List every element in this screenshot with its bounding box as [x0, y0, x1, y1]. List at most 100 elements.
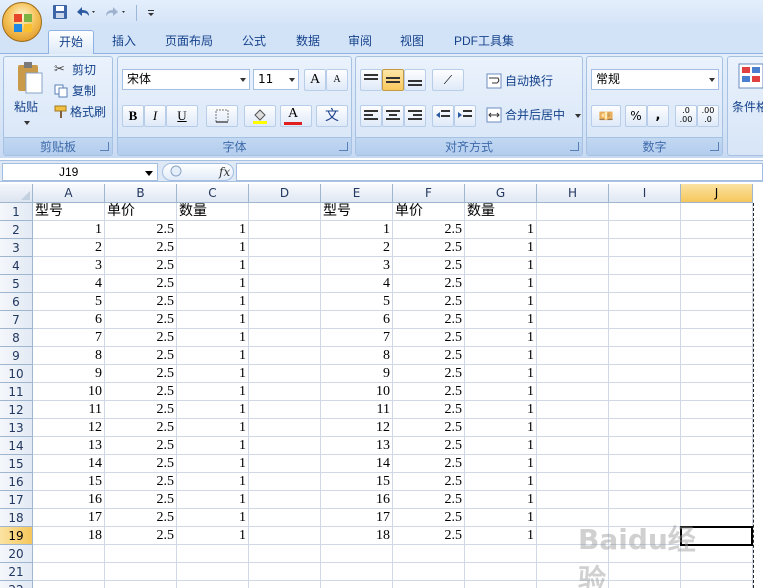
- cell-i12[interactable]: [609, 401, 681, 419]
- cell-e20[interactable]: [321, 545, 393, 563]
- cell-c1[interactable]: 数量: [177, 203, 249, 221]
- grow-font-button[interactable]: A: [304, 69, 326, 91]
- row-header[interactable]: 10: [0, 365, 33, 383]
- cell-b14[interactable]: 2.5: [105, 437, 177, 455]
- decrease-decimal-button[interactable]: .00.0: [697, 105, 719, 127]
- increase-decimal-button[interactable]: .0.00: [675, 105, 697, 127]
- cell-c22[interactable]: [177, 581, 249, 588]
- row-header[interactable]: 3: [0, 239, 33, 257]
- cell-a14[interactable]: 13: [33, 437, 105, 455]
- tab-data[interactable]: 数据: [286, 30, 330, 54]
- cell-d17[interactable]: [249, 491, 321, 509]
- align-left-button[interactable]: [360, 105, 382, 127]
- cell-c12[interactable]: 1: [177, 401, 249, 419]
- cell-b5[interactable]: 2.5: [105, 275, 177, 293]
- cell-h1[interactable]: [537, 203, 609, 221]
- cell-j16[interactable]: [681, 473, 753, 491]
- cell-i21[interactable]: [609, 563, 681, 581]
- italic-button[interactable]: I: [144, 105, 166, 127]
- cell-c5[interactable]: 1: [177, 275, 249, 293]
- cell-c6[interactable]: 1: [177, 293, 249, 311]
- cell-c2[interactable]: 1: [177, 221, 249, 239]
- tab-review[interactable]: 审阅: [338, 30, 382, 54]
- cell-a7[interactable]: 6: [33, 311, 105, 329]
- align-bottom-button[interactable]: [404, 69, 426, 91]
- cell-d14[interactable]: [249, 437, 321, 455]
- cell-c18[interactable]: 1: [177, 509, 249, 527]
- cell-c17[interactable]: 1: [177, 491, 249, 509]
- cell-e11[interactable]: 10: [321, 383, 393, 401]
- cell-f4[interactable]: 2.5: [393, 257, 465, 275]
- cell-b1[interactable]: 单价: [105, 203, 177, 221]
- cell-g22[interactable]: [465, 581, 537, 588]
- cell-d20[interactable]: [249, 545, 321, 563]
- font-name-dropdown[interactable]: 宋体: [122, 69, 250, 90]
- cell-f15[interactable]: 2.5: [393, 455, 465, 473]
- column-header-c[interactable]: C: [177, 184, 249, 203]
- cell-i7[interactable]: [609, 311, 681, 329]
- row-header[interactable]: 18: [0, 509, 33, 527]
- align-right-button[interactable]: [404, 105, 426, 127]
- cell-f3[interactable]: 2.5: [393, 239, 465, 257]
- insert-function-button[interactable]: fx: [162, 163, 234, 181]
- cell-h8[interactable]: [537, 329, 609, 347]
- align-center-button[interactable]: [382, 105, 404, 127]
- cell-c15[interactable]: 1: [177, 455, 249, 473]
- phonetic-guide-button[interactable]: 文: [316, 105, 348, 127]
- cell-b19[interactable]: 2.5: [105, 527, 177, 545]
- cell-j1[interactable]: [681, 203, 753, 221]
- cell-i8[interactable]: [609, 329, 681, 347]
- cell-d5[interactable]: [249, 275, 321, 293]
- cell-j12[interactable]: [681, 401, 753, 419]
- cell-c3[interactable]: 1: [177, 239, 249, 257]
- format-painter-button[interactable]: 格式刷: [54, 102, 112, 122]
- cell-g9[interactable]: 1: [465, 347, 537, 365]
- undo-icon[interactable]: [74, 4, 96, 22]
- row-header[interactable]: 1: [0, 203, 33, 221]
- cell-i4[interactable]: [609, 257, 681, 275]
- cell-i10[interactable]: [609, 365, 681, 383]
- cell-d12[interactable]: [249, 401, 321, 419]
- cell-c7[interactable]: 1: [177, 311, 249, 329]
- cell-j6[interactable]: [681, 293, 753, 311]
- cell-g8[interactable]: 1: [465, 329, 537, 347]
- row-header[interactable]: 15: [0, 455, 33, 473]
- column-header-g[interactable]: G: [465, 184, 537, 203]
- cell-c14[interactable]: 1: [177, 437, 249, 455]
- cell-j10[interactable]: [681, 365, 753, 383]
- cell-j8[interactable]: [681, 329, 753, 347]
- cell-j5[interactable]: [681, 275, 753, 293]
- cell-g18[interactable]: 1: [465, 509, 537, 527]
- cell-b12[interactable]: 2.5: [105, 401, 177, 419]
- redo-icon[interactable]: [104, 4, 126, 22]
- cell-a20[interactable]: [33, 545, 105, 563]
- align-top-button[interactable]: [360, 69, 382, 91]
- cell-f9[interactable]: 2.5: [393, 347, 465, 365]
- cell-a5[interactable]: 4: [33, 275, 105, 293]
- cell-e4[interactable]: 3: [321, 257, 393, 275]
- cell-c21[interactable]: [177, 563, 249, 581]
- cell-g2[interactable]: 1: [465, 221, 537, 239]
- font-color-button[interactable]: A: [280, 105, 312, 127]
- cell-j21[interactable]: [681, 563, 753, 581]
- cell-i6[interactable]: [609, 293, 681, 311]
- cell-i1[interactable]: [609, 203, 681, 221]
- cell-c10[interactable]: 1: [177, 365, 249, 383]
- cell-h5[interactable]: [537, 275, 609, 293]
- cell-a18[interactable]: 17: [33, 509, 105, 527]
- cell-j17[interactable]: [681, 491, 753, 509]
- cell-d4[interactable]: [249, 257, 321, 275]
- cell-i15[interactable]: [609, 455, 681, 473]
- cell-e13[interactable]: 12: [321, 419, 393, 437]
- cell-g20[interactable]: [465, 545, 537, 563]
- cell-b11[interactable]: 2.5: [105, 383, 177, 401]
- cell-d1[interactable]: [249, 203, 321, 221]
- cell-i5[interactable]: [609, 275, 681, 293]
- cell-f20[interactable]: [393, 545, 465, 563]
- cell-d2[interactable]: [249, 221, 321, 239]
- cell-f10[interactable]: 2.5: [393, 365, 465, 383]
- cut-button[interactable]: ✂ 剪切: [54, 60, 110, 80]
- row-header[interactable]: 4: [0, 257, 33, 275]
- office-button[interactable]: [2, 2, 42, 42]
- cell-h7[interactable]: [537, 311, 609, 329]
